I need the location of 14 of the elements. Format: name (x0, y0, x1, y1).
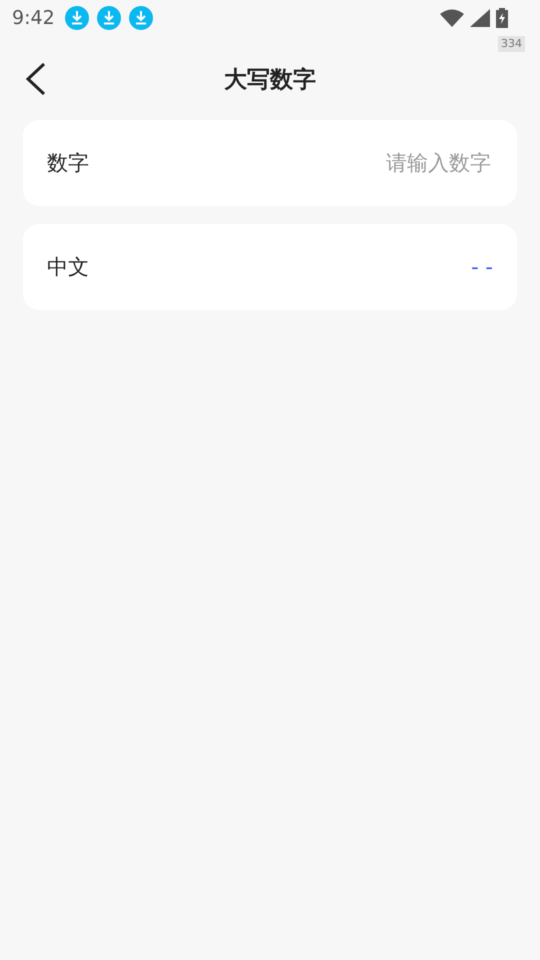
back-icon[interactable] (24, 62, 48, 96)
counter-badge: 334 (498, 36, 525, 52)
signal-icon (470, 9, 490, 27)
status-time: 9:42 (12, 7, 55, 29)
wifi-icon (440, 9, 464, 27)
download-icon (64, 6, 89, 30)
battery-charging-icon (496, 8, 508, 28)
download-icon (96, 6, 121, 30)
result-value: - - (471, 255, 493, 279)
field-label: 中文 (47, 254, 89, 281)
field-label: 数字 (47, 150, 89, 177)
download-icon (128, 6, 153, 30)
number-input-field[interactable]: 请输入数字 (89, 150, 493, 176)
page-title: 大写数字 (224, 66, 316, 94)
